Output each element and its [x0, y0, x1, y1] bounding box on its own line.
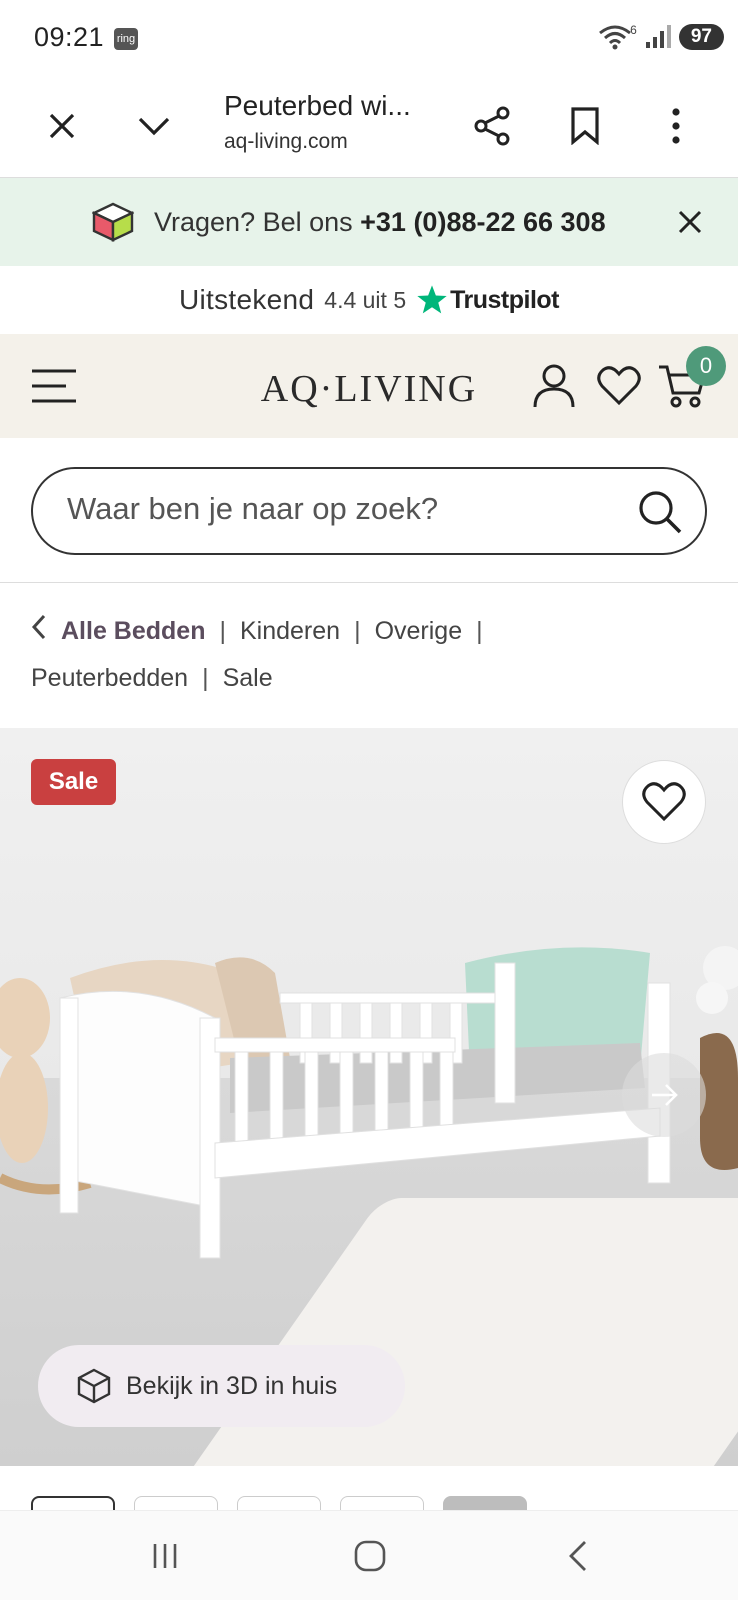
thumbnail[interactable] [443, 1496, 527, 1510]
minimize-button[interactable] [130, 102, 178, 150]
bookmark-button[interactable] [561, 102, 609, 150]
breadcrumb: Alle Bedden | Kinderen | Overige | Peuterbedde… [31, 608, 711, 701]
wifi-icon [599, 25, 632, 50]
home-button[interactable] [340, 1531, 400, 1581]
close-banner-button[interactable] [670, 202, 710, 242]
sale-badge: Sale [31, 759, 116, 805]
thumbnail[interactable] [31, 1496, 115, 1510]
trustpilot-star-icon [417, 285, 447, 314]
breadcrumb-item-sale[interactable]: Sale [223, 664, 273, 692]
back-button[interactable] [548, 1531, 608, 1581]
chevron-down-icon [138, 117, 170, 136]
breadcrumb-item-peuterbedden[interactable]: Peuterbedden [31, 664, 188, 692]
wifi-sub-label: 6 [630, 23, 637, 37]
share-icon [474, 106, 510, 146]
view-3d-label: Bekijk in 3D in huis [126, 1371, 338, 1400]
close-icon [49, 113, 75, 139]
system-navigation-bar [0, 1510, 738, 1600]
thumbnail[interactable] [237, 1496, 321, 1510]
close-tab-button[interactable] [38, 102, 86, 150]
next-image-button[interactable] [622, 1053, 706, 1137]
contact-text: Vragen? Bel ons +31 (0)88-22 66 308 [154, 207, 606, 238]
back-chevron-icon[interactable] [31, 609, 47, 655]
cart-count-badge: 0 [686, 346, 726, 386]
rating-score: 4.4 uit 5 [324, 286, 407, 313]
bookmark-icon [571, 107, 599, 145]
browser-toolbar: Peuterbed wi... aq-living.com [0, 78, 738, 178]
thumbnail[interactable] [134, 1496, 218, 1510]
heart-icon [642, 782, 686, 822]
cube-icon [77, 1368, 111, 1404]
home-icon [354, 1540, 386, 1572]
package-icon [92, 202, 134, 242]
divider [0, 582, 738, 583]
rating-word: Uitstekend [178, 284, 315, 315]
contact-prefix: Vragen? Bel ons [154, 207, 361, 237]
more-vertical-icon [672, 108, 680, 144]
site-header: AQ·LIVING [0, 334, 738, 438]
breadcrumb-separator: | [219, 617, 226, 645]
wishlist-button[interactable] [593, 360, 645, 412]
add-to-wishlist-button[interactable] [622, 760, 706, 844]
phone-link[interactable]: +31 (0)88-22 66 308 [360, 207, 605, 237]
trustpilot-brand: Trustpilot [450, 285, 560, 314]
search-bar[interactable] [31, 467, 707, 555]
product-image-gallery[interactable]: Sale Bekijk in 3D in huis [0, 728, 738, 1466]
breadcrumb-separator: | [354, 617, 361, 645]
breadcrumb-item-overige[interactable]: Overige [375, 617, 463, 645]
status-bar: 09:21 ring 6 97 [0, 0, 738, 78]
share-button[interactable] [468, 102, 516, 150]
back-icon [569, 1541, 586, 1571]
recent-apps-icon [153, 1544, 177, 1568]
breadcrumb-separator: | [202, 664, 209, 693]
search-icon[interactable] [637, 489, 683, 535]
page-url: aq-living.com [224, 130, 348, 153]
breadcrumb-item-alle-bedden[interactable]: Alle Bedden [61, 617, 205, 645]
user-icon [533, 364, 575, 408]
status-time: 09:21 [34, 22, 105, 52]
more-options-button[interactable] [652, 102, 700, 150]
status-indicators: 6 97 [598, 23, 724, 50]
breadcrumb-item-kinderen[interactable]: Kinderen [240, 617, 340, 645]
ring-notification-icon: ring [114, 28, 138, 50]
page: 09:21 ring 6 97 Peuterbed wi... aq-livin… [0, 0, 738, 1600]
view-3d-button[interactable]: Bekijk in 3D in huis [38, 1345, 405, 1427]
recent-apps-button[interactable] [135, 1531, 195, 1581]
contact-banner: Vragen? Bel ons +31 (0)88-22 66 308 [0, 178, 738, 266]
heart-icon [597, 366, 641, 406]
arrow-right-icon [652, 1084, 678, 1106]
search-input[interactable] [67, 491, 627, 527]
battery-indicator: 97 [678, 24, 724, 50]
close-icon [678, 210, 702, 234]
account-button[interactable] [528, 360, 580, 412]
trustpilot-widget[interactable]: Uitstekend 4.4 uit 5 Trustpilot [0, 266, 738, 334]
thumbnail[interactable] [340, 1496, 424, 1510]
thumbnail-strip [31, 1496, 731, 1510]
signal-icon [645, 25, 671, 48]
page-title: Peuterbed wi... [224, 90, 411, 121]
breadcrumb-separator: | [476, 617, 483, 645]
